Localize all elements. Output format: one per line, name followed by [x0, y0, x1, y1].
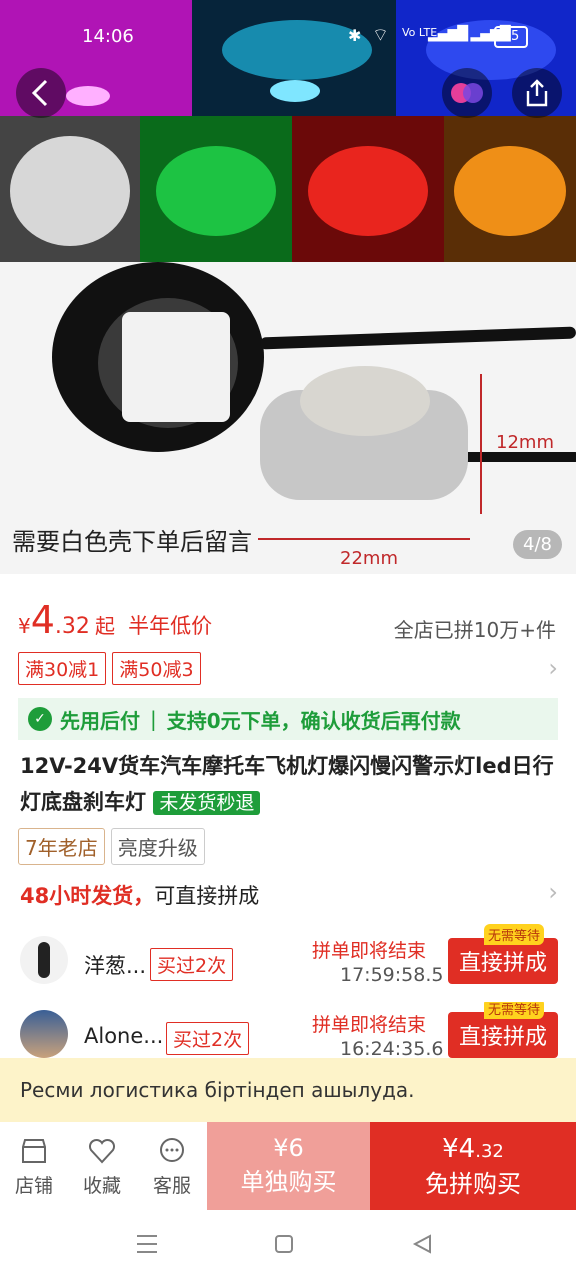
group-user-name: Alone...: [84, 1024, 164, 1048]
heart-icon: [88, 1138, 116, 1164]
group-row: Alone... 买过2次 拼单即将结束 16:24:35.6 直接拼成 无需等…: [0, 1002, 576, 1058]
menu-icon[interactable]: [136, 1234, 158, 1254]
bought-times-tag: 买过2次: [150, 948, 234, 981]
price-label: 半年低价: [128, 614, 213, 638]
dimension-width: 22mm: [340, 548, 398, 569]
green-light-photo: [140, 116, 292, 262]
product-title-text: 12V-24V货车汽车摩托车飞机灯爆闪慢闪警示灯led日行灯底盘刹车灯: [20, 754, 554, 814]
avatar: [20, 936, 68, 984]
product-title: 12V-24V货车汽车摩托车飞机灯爆闪慢闪警示灯led日行灯底盘刹车灯 未发货秒…: [20, 748, 560, 821]
group-row: 洋葱... 买过2次 拼单即将结束 17:59:58.5 直接拼成 无需等待: [0, 924, 576, 994]
home-icon[interactable]: [274, 1234, 294, 1254]
store-icon: [22, 1139, 46, 1163]
pay-later-desc: 支持0元下单，确认收货后再付款: [166, 708, 461, 733]
image-overlay-text: 需要白色壳下单后留言: [12, 528, 252, 556]
chat-bubble-icon: [160, 1138, 184, 1162]
refund-badge: 未发货秒退: [153, 791, 261, 815]
service-label: 客服: [152, 1175, 191, 1197]
price-integer: 4: [30, 598, 55, 642]
product-image[interactable]: 14:06 ✱ ⌔ Vo LTE ▂▄▆█ ▂▄▆█ 65 需要白色壳下单后留言…: [0, 0, 576, 574]
pay-later-banner[interactable]: ✓ 先用后付 | 支持0元下单，确认收货后再付款: [18, 698, 558, 740]
coupon-chevron-icon[interactable]: ›: [548, 654, 558, 682]
pay-later-divider: |: [150, 707, 157, 731]
toast-text: Ресми логистика біртіндеп ашылуда.: [20, 1078, 415, 1102]
store-tags: 7年老店 亮度升级: [18, 828, 205, 865]
group-status: 拼单即将结束: [312, 940, 427, 962]
price-suffix: 起: [95, 614, 116, 638]
group-status: 拼单即将结束: [312, 1014, 427, 1036]
status-bar: 14:06 ✱ ⌔ Vo LTE ▂▄▆█ ▂▄▆█ 65: [0, 0, 576, 72]
buy-alone-button[interactable]: ¥6 单独购买: [207, 1122, 370, 1210]
dimension-height: 12mm: [496, 432, 554, 453]
store-age-tag: 7年老店: [18, 828, 105, 865]
compare-button[interactable]: [442, 68, 492, 118]
share-icon: [526, 79, 548, 107]
bought-times-tag: 买过2次: [166, 1022, 250, 1055]
price-currency: ¥: [18, 614, 31, 638]
wifi-icon: ⌔: [372, 25, 389, 46]
battery-icon: 65: [494, 26, 528, 48]
alone-price: ¥6: [273, 1134, 304, 1162]
back-button[interactable]: [16, 68, 66, 118]
image-page-indicator: 4/8: [513, 530, 562, 559]
shop-label: 店铺: [14, 1175, 53, 1197]
favorite-label: 收藏: [82, 1175, 121, 1197]
amber-light-photo: [444, 116, 576, 262]
pay-later-icon: ✓: [28, 707, 52, 731]
group-countdown: 16:24:35.6: [340, 1038, 444, 1058]
buy-group-button[interactable]: ¥4.32 免拼购买: [370, 1122, 576, 1210]
group-price-dec: .32: [475, 1141, 504, 1162]
shipping-info[interactable]: 48小时发货，可直接拼成: [20, 880, 259, 910]
red-light-photo: [292, 116, 444, 262]
shipping-chevron-icon[interactable]: ›: [548, 878, 558, 906]
no-wait-badge: 无需等待: [484, 1002, 545, 1019]
group-countdown: 17:59:58.5: [340, 964, 444, 986]
bluetooth-icon: ✱: [348, 26, 362, 45]
feature-tag: 亮度升级: [110, 828, 205, 865]
service-button[interactable]: 客服: [142, 1136, 202, 1198]
alone-label: 单独购买: [240, 1168, 337, 1196]
share-button[interactable]: [512, 68, 562, 118]
no-wait-badge: 无需等待: [484, 924, 545, 945]
shipping-highlight: 48小时发货，: [20, 884, 155, 908]
back-nav-icon[interactable]: [412, 1234, 432, 1254]
favorite-button[interactable]: 收藏: [72, 1136, 132, 1198]
logistics-toast: Ресми логистика біртіндеп ашылуда.: [0, 1058, 576, 1122]
coupon-list[interactable]: 满30减1 满50减3: [18, 652, 201, 685]
group-user-name: 洋葱...: [84, 954, 147, 978]
shop-button[interactable]: 店铺: [4, 1136, 64, 1198]
shipping-text: 可直接拼成: [154, 884, 260, 908]
overlap-circles-icon: [451, 83, 483, 103]
avatar: [20, 1010, 68, 1058]
coupon-tag[interactable]: 满30减1: [18, 652, 107, 685]
price-block: ¥4.32 起 半年低价: [18, 598, 212, 642]
bottom-action-bar: 店铺 收藏 客服 ¥6 单独购买 ¥4.32 免拼购买: [0, 1122, 576, 1210]
sold-count: 全店已拼10万+件: [393, 618, 556, 642]
system-nav-bar: [0, 1210, 576, 1280]
back-arrow-icon: [31, 79, 48, 107]
price-decimal: .32: [54, 614, 90, 639]
pay-later-title: 先用后付: [60, 708, 140, 733]
status-time: 14:06: [82, 26, 134, 47]
coupon-tag[interactable]: 满50减3: [112, 652, 201, 685]
group-price-int: ¥4: [442, 1134, 476, 1164]
white-light-photo: [0, 116, 140, 262]
group-label: 免拼购买: [425, 1170, 521, 1198]
